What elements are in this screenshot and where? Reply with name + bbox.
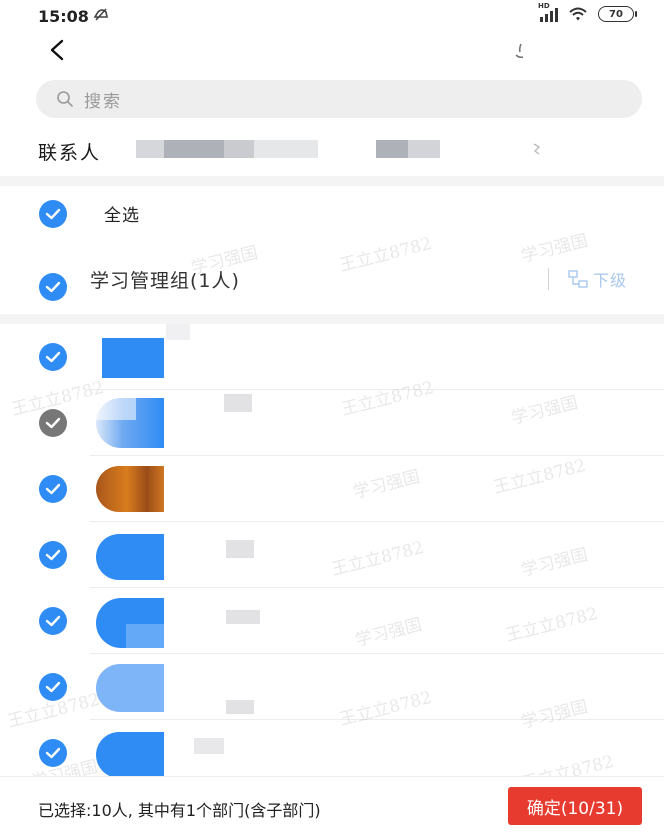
selection-summary: 已选择:10人, 其中有1个部门(含子部门) bbox=[38, 801, 321, 820]
search-icon bbox=[57, 91, 73, 107]
confirm-button[interactable]: 确定(10/31) bbox=[508, 787, 642, 825]
checkbox-disabled-icon[interactable] bbox=[38, 408, 68, 438]
section-divider bbox=[0, 314, 664, 324]
battery-icon: 70 bbox=[598, 6, 637, 22]
selection-footer: 已选择:10人, 其中有1个部门(含子部门) 确定(10/31) bbox=[0, 776, 664, 836]
avatar bbox=[102, 338, 164, 378]
redacted-name bbox=[166, 324, 190, 340]
section-divider bbox=[0, 176, 664, 186]
subordinate-button[interactable]: 下级 bbox=[568, 264, 627, 294]
member-row[interactable] bbox=[0, 456, 664, 522]
redacted-block bbox=[254, 140, 318, 158]
select-all-row[interactable]: 全选 bbox=[0, 186, 664, 242]
checkbox-checked-icon[interactable] bbox=[38, 606, 68, 636]
redacted-name bbox=[194, 738, 224, 754]
avatar bbox=[96, 664, 164, 712]
checkbox-checked-icon[interactable] bbox=[38, 342, 68, 372]
member-row[interactable] bbox=[0, 324, 664, 390]
checkbox-checked-icon[interactable] bbox=[38, 474, 68, 504]
status-indicators: HD 70 bbox=[538, 2, 637, 22]
contacts-label: 联系人 bbox=[38, 142, 102, 164]
member-row[interactable] bbox=[0, 522, 664, 588]
do-not-disturb-icon bbox=[92, 6, 112, 28]
checkbox-checked-icon[interactable] bbox=[38, 272, 68, 302]
hd-badge: HD bbox=[538, 2, 550, 10]
redacted-name bbox=[226, 700, 254, 714]
redacted-name bbox=[226, 610, 260, 624]
status-time: 15:08 bbox=[38, 7, 89, 26]
group-row[interactable]: 学习管理组(1人) 下级 bbox=[0, 246, 664, 314]
redacted-block bbox=[376, 140, 408, 158]
signal-icon: HD bbox=[538, 2, 558, 22]
subordinate-label: 下级 bbox=[593, 271, 628, 290]
redacted-block bbox=[136, 140, 164, 158]
avatar bbox=[96, 466, 164, 512]
redacted-block bbox=[224, 140, 254, 158]
avatar bbox=[96, 732, 164, 778]
title-smudge bbox=[515, 43, 524, 59]
contacts-breadcrumb: 联系人 bbox=[0, 128, 664, 174]
member-row[interactable] bbox=[0, 588, 664, 654]
checkbox-checked-icon[interactable] bbox=[38, 738, 68, 768]
redacted-name bbox=[224, 394, 252, 412]
chevron-left-icon[interactable] bbox=[44, 36, 72, 64]
avatar bbox=[96, 398, 164, 448]
redacted-mark bbox=[533, 143, 541, 155]
avatar bbox=[96, 534, 164, 580]
divider bbox=[548, 268, 549, 290]
member-row[interactable] bbox=[0, 654, 664, 720]
group-label: 学习管理组(1人) bbox=[90, 270, 240, 292]
checkbox-checked-icon[interactable] bbox=[38, 540, 68, 570]
checkbox-checked-icon[interactable] bbox=[38, 199, 68, 229]
wifi-icon bbox=[569, 7, 587, 21]
search-placeholder: 搜索 bbox=[84, 91, 122, 112]
search-input[interactable]: 搜索 bbox=[36, 80, 642, 118]
redacted-block bbox=[164, 140, 224, 158]
avatar bbox=[96, 598, 164, 648]
checkbox-checked-icon[interactable] bbox=[38, 672, 68, 702]
member-row[interactable] bbox=[0, 390, 664, 456]
redacted-name bbox=[226, 540, 254, 558]
select-all-label: 全选 bbox=[104, 206, 140, 226]
redacted-block bbox=[408, 140, 440, 158]
status-bar: 15:08 HD 70 bbox=[0, 0, 664, 34]
hierarchy-icon bbox=[568, 270, 588, 288]
